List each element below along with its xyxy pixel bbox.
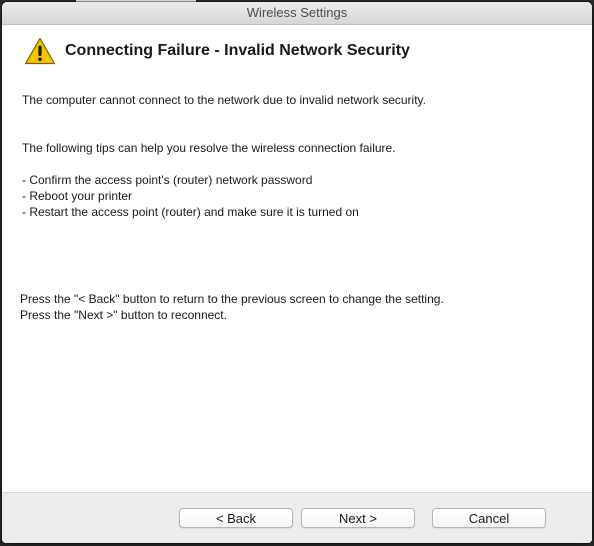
error-header: Connecting Failure - Invalid Network Sec… <box>24 36 410 66</box>
error-description: The computer cannot connect to the netwo… <box>22 93 426 107</box>
warning-icon <box>24 37 56 65</box>
button-bar: < Back Next > Cancel <box>2 492 592 543</box>
tip-item: - Confirm the access point's (router) ne… <box>22 173 313 187</box>
tip-item: - Restart the access point (router) and … <box>22 205 359 219</box>
cancel-button[interactable]: Cancel <box>432 508 546 528</box>
back-button[interactable]: < Back <box>179 508 293 528</box>
instruction-back: Press the "< Back" button to return to t… <box>20 292 444 306</box>
error-heading: Connecting Failure - Invalid Network Sec… <box>65 42 410 59</box>
dialog-content: Connecting Failure - Invalid Network Sec… <box>2 25 592 492</box>
title-bar[interactable]: Wireless Settings <box>2 2 592 25</box>
next-button[interactable]: Next > <box>301 508 415 528</box>
instruction-next: Press the "Next >" button to reconnect. <box>20 308 227 322</box>
window-title: Wireless Settings <box>246 5 348 20</box>
wireless-settings-dialog: Wireless Settings Connecting Failure - I… <box>2 2 592 543</box>
tip-item: - Reboot your printer <box>22 189 133 203</box>
tips-intro: The following tips can help you resolve … <box>22 141 396 155</box>
